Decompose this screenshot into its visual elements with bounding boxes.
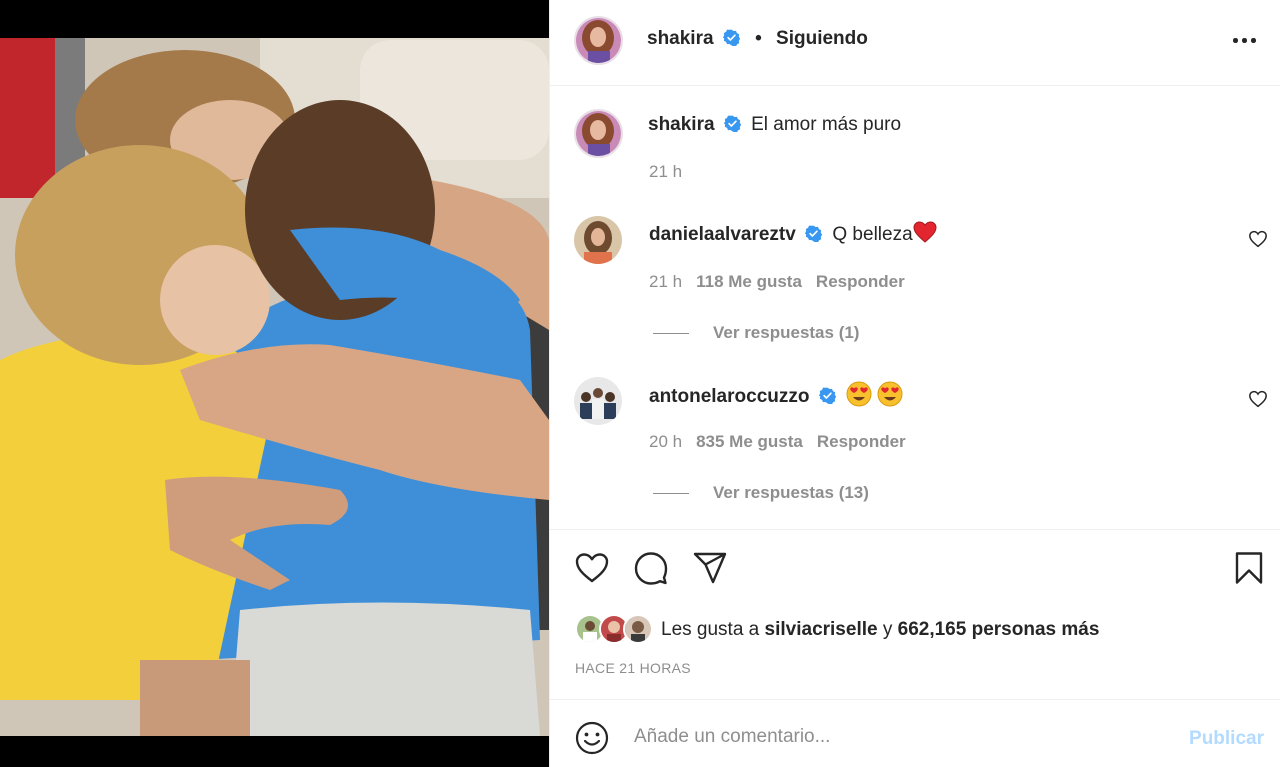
comment-time[interactable]: 21 h bbox=[649, 272, 682, 291]
caption-text: El amor más puro bbox=[751, 114, 902, 135]
verified-badge-icon bbox=[723, 115, 741, 132]
comment-input[interactable] bbox=[634, 722, 1154, 752]
verified-badge-icon bbox=[805, 225, 823, 242]
comment-avatar[interactable] bbox=[574, 216, 622, 264]
verified-badge-icon bbox=[722, 29, 740, 46]
comment-likes[interactable]: 835 Me gusta bbox=[696, 432, 803, 451]
view-replies-button[interactable]: Ver respuestas (13) bbox=[653, 483, 869, 503]
caption-time[interactable]: 21 h bbox=[649, 162, 682, 182]
comment-text: Q belleza bbox=[832, 224, 913, 245]
post-photo[interactable] bbox=[0, 0, 549, 767]
comment-time[interactable]: 20 h bbox=[649, 432, 682, 451]
like-comment-heart-icon[interactable] bbox=[1248, 390, 1268, 408]
likes-text: Les gusta a silviacriselle y 662,165 per… bbox=[661, 619, 1099, 641]
liker-username[interactable]: silviacriselle bbox=[765, 619, 878, 640]
comment-likes[interactable]: 118 Me gusta bbox=[696, 272, 802, 291]
heart-eyes-emoji-icon bbox=[877, 381, 903, 407]
header-user-line: shakira • Siguiendo bbox=[647, 28, 868, 50]
emoji-picker-icon[interactable] bbox=[574, 720, 610, 756]
comment: antonelaroccuzzo bbox=[649, 381, 903, 408]
replies-divider bbox=[653, 333, 689, 335]
liker-avatar[interactable] bbox=[623, 614, 653, 644]
more-options-icon[interactable] bbox=[1231, 30, 1259, 50]
like-heart-icon[interactable] bbox=[574, 550, 610, 586]
replies-divider bbox=[653, 493, 689, 495]
comment-meta: 21 h 118 Me gusta Responder bbox=[649, 272, 905, 292]
likes-others-button[interactable]: 662,165 personas más bbox=[898, 619, 1100, 640]
add-comment-bar: Publicar bbox=[550, 699, 1280, 767]
following-button[interactable]: Siguiendo bbox=[776, 28, 868, 49]
likes-conjunction: y bbox=[877, 619, 898, 640]
heart-eyes-emoji-icon bbox=[846, 381, 872, 407]
view-replies-label: Ver respuestas (13) bbox=[713, 483, 869, 502]
view-replies-label: Ver respuestas (1) bbox=[713, 323, 860, 342]
red-heart-emoji-icon bbox=[913, 221, 937, 243]
view-replies-button[interactable]: Ver respuestas (1) bbox=[653, 323, 859, 343]
verified-badge-icon bbox=[818, 387, 836, 404]
comment-meta: 20 h 835 Me gusta Responder bbox=[649, 432, 906, 452]
caption: shakira El amor más puro bbox=[648, 114, 901, 136]
comment-username[interactable]: antonelaroccuzzo bbox=[649, 386, 809, 407]
comment: danielaalvareztv Q belleza bbox=[649, 221, 937, 246]
reply-button[interactable]: Responder bbox=[817, 432, 906, 451]
post-timestamp[interactable]: HACE 21 HORAS bbox=[575, 660, 691, 676]
share-send-icon[interactable] bbox=[692, 550, 728, 586]
author-avatar[interactable] bbox=[574, 16, 623, 65]
caption-username[interactable]: shakira bbox=[648, 114, 715, 135]
likes-prefix: Les gusta a bbox=[661, 619, 765, 640]
separator-dot: • bbox=[755, 28, 762, 49]
like-comment-heart-icon[interactable] bbox=[1248, 230, 1268, 248]
comment-bubble-icon[interactable] bbox=[633, 550, 669, 586]
publish-button[interactable]: Publicar bbox=[1189, 728, 1264, 750]
post-header: shakira • Siguiendo bbox=[550, 0, 1280, 86]
caption-author-avatar[interactable] bbox=[574, 109, 623, 158]
comment-avatar[interactable] bbox=[574, 377, 622, 425]
comment-username[interactable]: danielaalvareztv bbox=[649, 224, 796, 245]
author-username[interactable]: shakira bbox=[647, 28, 714, 49]
post-image bbox=[0, 0, 549, 767]
post-side-panel: shakira • Siguiendo shakira El amor más … bbox=[549, 0, 1280, 767]
reply-button[interactable]: Responder bbox=[816, 272, 905, 291]
post-actions: Les gusta a silviacriselle y 662,165 per… bbox=[550, 529, 1280, 699]
save-bookmark-icon[interactable] bbox=[1231, 550, 1267, 586]
